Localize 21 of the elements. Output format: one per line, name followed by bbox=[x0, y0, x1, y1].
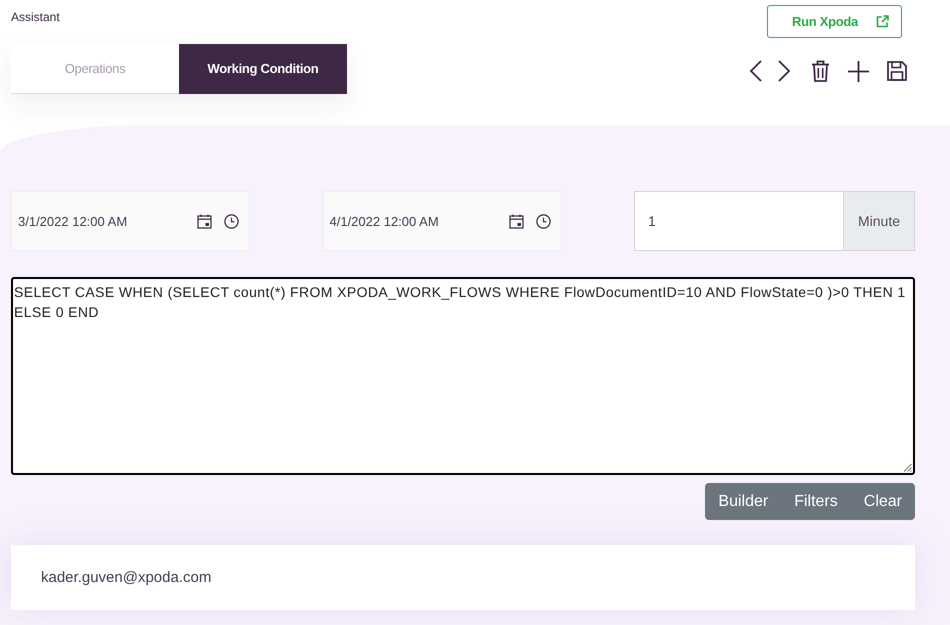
email-text: kader.guven@xpoda.com bbox=[41, 569, 212, 586]
date-time-field[interactable]: 4/1/2022 12:00 AM bbox=[322, 191, 562, 251]
external-link-icon bbox=[876, 15, 889, 28]
chevron-right-icon[interactable] bbox=[777, 60, 791, 82]
tab[interactable]: Working Condition bbox=[179, 44, 347, 94]
plus-icon[interactable] bbox=[848, 60, 869, 82]
resize-grip-icon[interactable] bbox=[903, 463, 912, 472]
unit-label: Minute bbox=[844, 191, 915, 251]
number-field[interactable]: 1 bbox=[634, 191, 844, 251]
calendar-icon[interactable] bbox=[197, 214, 212, 228]
chevron-left-icon[interactable] bbox=[749, 60, 763, 82]
query-button[interactable]: Builder bbox=[705, 483, 782, 520]
date-time-field[interactable]: 3/1/2022 12:00 AM bbox=[11, 191, 250, 251]
calendar-icon[interactable] bbox=[508, 214, 524, 228]
clock-icon[interactable] bbox=[536, 214, 550, 228]
clock-icon[interactable] bbox=[224, 214, 239, 228]
query-button[interactable]: Filters bbox=[781, 483, 851, 520]
page-title: Assistant bbox=[11, 10, 60, 24]
query-button[interactable]: Clear bbox=[850, 483, 915, 520]
query-text-area[interactable]: SELECT CASE WHEN (SELECT count(*) FROM XPODA_WORK_FLOWS WHERE FlowDocumentID=10 AND FlowState=0 )>0 THEN 1 ELSE 0 END bbox=[11, 277, 915, 475]
trash-icon[interactable] bbox=[811, 60, 830, 82]
